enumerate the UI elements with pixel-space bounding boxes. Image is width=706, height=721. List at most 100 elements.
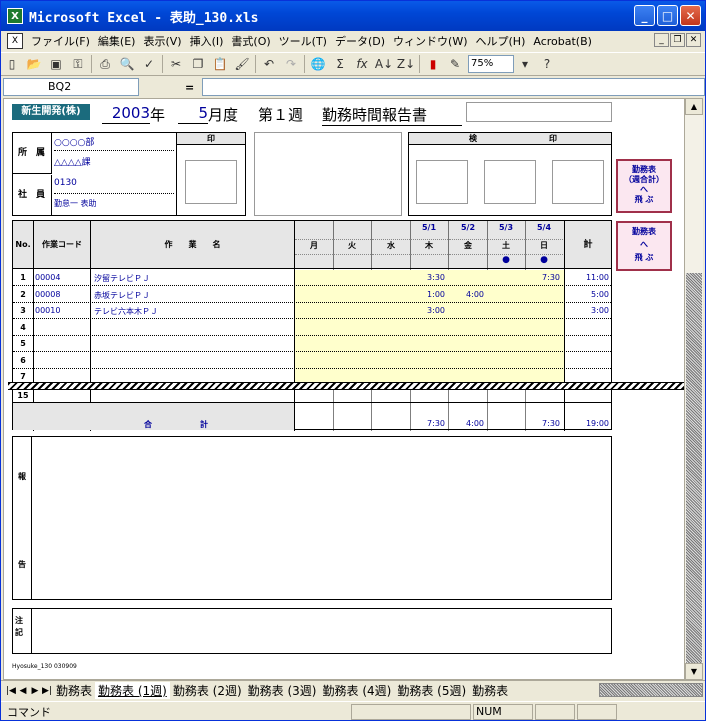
formula-input[interactable] [202, 78, 705, 96]
row-hours[interactable]: 7:30 [525, 273, 560, 282]
format-painter-icon[interactable]: 🖌 [231, 54, 253, 74]
sort-desc-icon[interactable]: Z↓ [395, 54, 417, 74]
holiday-mark: ● [525, 254, 563, 265]
autosum-icon[interactable]: Σ [329, 54, 351, 74]
tab-sheet-more[interactable]: 勤務表 [469, 682, 511, 699]
report-year[interactable]: 2003 [102, 104, 150, 124]
inspect-box-1[interactable] [416, 160, 468, 204]
inspect-box-2[interactable] [484, 160, 536, 204]
hyperlink-icon[interactable]: 🌐 [307, 54, 329, 74]
print-preview-icon[interactable]: 🔍 [116, 54, 138, 74]
drawing-icon[interactable]: ✎ [444, 54, 466, 74]
sum-hours: 7:30 [542, 419, 560, 428]
menu-file[interactable]: ファイル(F) [27, 33, 94, 49]
last-sheet-icon[interactable]: ▶| [41, 686, 53, 696]
copy-icon[interactable]: ❐ [187, 54, 209, 74]
save-icon[interactable]: ▣ [45, 54, 67, 74]
row-hours[interactable]: 3:00 [410, 306, 445, 315]
inspect-box-3[interactable] [552, 160, 604, 204]
tab-week-4[interactable]: 勤務表 (4週) [320, 682, 395, 699]
zoom-select[interactable]: 75% [468, 55, 514, 73]
status-text: コマンド [7, 705, 51, 719]
print-icon[interactable]: ⎙ [94, 54, 116, 74]
help-icon[interactable]: ? [536, 54, 558, 74]
row-task-name[interactable]: テレビ六本木ＰＪ [94, 306, 292, 317]
sort-asc-icon[interactable]: A↓ [373, 54, 395, 74]
prev-sheet-icon[interactable]: ◀ [17, 686, 29, 696]
menu-data[interactable]: データ(D) [331, 33, 389, 49]
new-icon[interactable]: ▯ [1, 54, 23, 74]
row-no: 7 [20, 372, 26, 381]
open-icon[interactable]: 📂 [23, 54, 45, 74]
undo-icon[interactable]: ↶ [258, 54, 280, 74]
menu-edit[interactable]: 編集(E) [94, 33, 140, 49]
report-box[interactable] [12, 436, 612, 600]
sum-hours: 7:30 [427, 419, 445, 428]
first-sheet-icon[interactable]: |◀ [5, 686, 17, 696]
permission-icon[interactable]: ⚿ [67, 54, 89, 74]
row-task-name[interactable]: 汐留テレビＰＪ [94, 273, 292, 284]
formula-equals[interactable]: = [185, 81, 194, 94]
report-month[interactable]: 5 [178, 104, 208, 124]
tab-week-1[interactable]: 勤務表 (1週) [95, 682, 170, 699]
employee-number[interactable]: 0130 [54, 178, 174, 194]
notes-box[interactable] [12, 608, 612, 654]
paste-icon[interactable]: 📋 [209, 54, 231, 74]
dept-line1[interactable]: ○○○○部 [54, 135, 174, 151]
menu-view[interactable]: 表示(V) [139, 33, 185, 49]
sheet-jump-button[interactable]: 勤務表 へ 飛 ぶ [616, 221, 672, 271]
scroll-down-icon[interactable]: ▼ [685, 663, 703, 680]
doc-close-button[interactable]: ✕ [686, 33, 701, 47]
title-bar[interactable]: X Microsoft Excel - 表助_130.xls _ □ ✕ [1, 1, 705, 31]
menu-tools[interactable]: ツール(T) [275, 33, 331, 49]
spelling-icon[interactable]: ✓ [138, 54, 160, 74]
menu-acrobat[interactable]: Acrobat(B) [529, 35, 596, 48]
scroll-thumb[interactable] [686, 273, 702, 663]
tab-week-3[interactable]: 勤務表 (3週) [245, 682, 320, 699]
redo-icon[interactable]: ↷ [280, 54, 302, 74]
menu-insert[interactable]: 挿入(I) [186, 33, 228, 49]
table-row[interactable] [13, 336, 611, 352]
employee-name[interactable]: 勤怠一 表助 [54, 198, 174, 214]
dept-line2[interactable]: △△△△課 [54, 155, 174, 171]
chart-wizard-icon[interactable]: ▮ [422, 54, 444, 74]
menu-window[interactable]: ウィンドウ(W) [389, 33, 471, 49]
row-code[interactable]: 00008 [35, 290, 89, 299]
scroll-up-icon[interactable]: ▲ [685, 98, 703, 115]
doc-restore-button[interactable]: ❐ [670, 33, 685, 47]
function-icon[interactable]: fx [351, 54, 373, 74]
notes-label: 注記 [15, 616, 23, 637]
worksheet-area[interactable]: 新生開発(株) 2003 年 5 月度 第１週 勤務時間報告書 所 属 ○○○○… [3, 98, 685, 680]
next-sheet-icon[interactable]: ▶ [29, 686, 41, 696]
horizontal-scrollbar[interactable] [599, 683, 703, 697]
chevron-down-icon[interactable]: ▾ [514, 54, 536, 74]
tab-week-2[interactable]: 勤務表 (2週) [170, 682, 245, 699]
document-icon[interactable]: X [7, 33, 23, 49]
row-no: 5 [20, 339, 26, 348]
row-hours[interactable]: 3:30 [410, 273, 445, 282]
excel-icon[interactable]: X [7, 8, 23, 24]
row-code[interactable]: 00010 [35, 306, 89, 315]
cut-icon[interactable]: ✂ [165, 54, 187, 74]
name-box[interactable]: BQ2 [3, 78, 139, 96]
close-button[interactable]: ✕ [680, 5, 701, 26]
row-task-name[interactable]: 赤坂テレビＰＪ [94, 290, 292, 301]
minimize-button[interactable]: _ [634, 5, 655, 26]
table-row[interactable] [13, 320, 611, 336]
menu-format[interactable]: 書式(O) [227, 33, 274, 49]
row-hours[interactable]: 4:00 [449, 290, 484, 299]
seal-box[interactable] [185, 160, 237, 204]
menu-help[interactable]: ヘルプ(H) [472, 33, 530, 49]
row-hours[interactable]: 1:00 [410, 290, 445, 299]
doc-minimize-button[interactable]: _ [654, 33, 669, 47]
weekly-total-jump-button[interactable]: 勤務表 （週合計） へ 飛 ぶ [616, 159, 672, 213]
day-of-week: 火 [333, 239, 371, 251]
maximize-button[interactable]: □ [657, 5, 678, 26]
tab-sheet-main[interactable]: 勤務表 [53, 682, 95, 699]
table-row[interactable] [13, 353, 611, 369]
tab-week-5[interactable]: 勤務表 (5週) [394, 682, 469, 699]
vertical-scrollbar[interactable]: ▲ ▼ [685, 98, 703, 680]
header-blank-box[interactable] [466, 102, 612, 122]
memo-block[interactable] [254, 132, 402, 216]
row-code[interactable]: 00004 [35, 273, 89, 282]
